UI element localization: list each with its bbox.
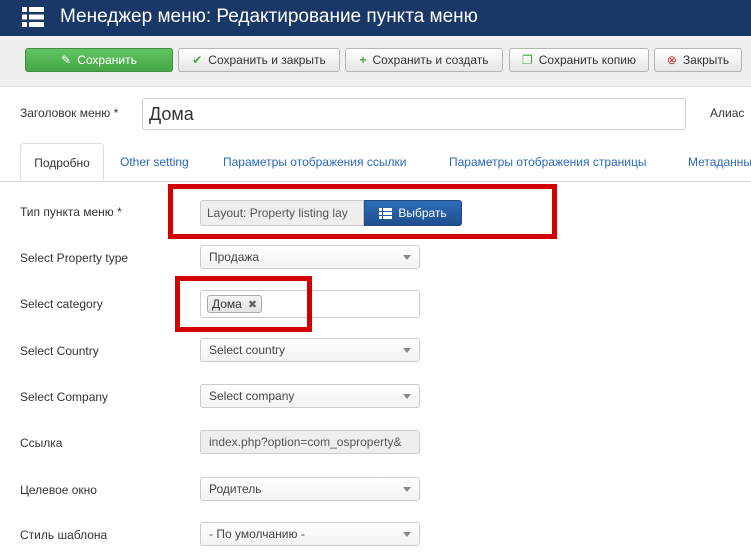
link-field: index.php?option=com_osproperty& — [200, 430, 420, 454]
title-input[interactable]: Дома — [142, 98, 686, 130]
property-type-select[interactable]: Продажа — [200, 245, 420, 269]
property-type-label: Select Property type — [20, 251, 129, 265]
alias-label: Алиас — [710, 106, 745, 120]
target-label: Целевое окно — [20, 483, 97, 497]
tab-bar: Подробно Other setting Параметры отображ… — [0, 143, 751, 182]
tab-link-options[interactable]: Параметры отображения ссылки — [223, 143, 406, 181]
tab-other-setting[interactable]: Other setting — [120, 143, 189, 181]
highlight-box — [168, 184, 557, 239]
property-type-value: Продажа — [209, 250, 260, 264]
plus-icon: + — [359, 53, 367, 67]
save-new-button[interactable]: + Сохранить и создать — [345, 48, 503, 72]
company-label: Select Company — [20, 390, 109, 404]
close-button[interactable]: ⊗ Закрыть — [654, 48, 742, 72]
template-select[interactable]: - По умолчанию - — [200, 522, 420, 546]
save-label: Сохранить — [77, 53, 137, 67]
close-circle-icon: ⊗ — [666, 53, 677, 67]
tab-metadata[interactable]: Метаданны — [688, 143, 751, 181]
chevron-down-icon — [403, 532, 411, 537]
company-select[interactable]: Select company — [200, 384, 420, 408]
save-copy-button[interactable]: ❐ Сохранить копию — [509, 48, 649, 72]
template-label: Стиль шаблона — [20, 528, 108, 542]
check-icon: ✔ — [192, 53, 203, 67]
edit-icon: ✎ — [61, 53, 72, 67]
chevron-down-icon — [403, 487, 411, 492]
tab-page-display[interactable]: Параметры отображения страницы — [449, 143, 647, 181]
target-value: Родитель — [209, 482, 262, 496]
country-value: Select country — [209, 343, 286, 357]
link-label: Ссылка — [20, 436, 63, 450]
highlight-box — [175, 276, 312, 332]
save-copy-label: Сохранить копию — [538, 53, 636, 67]
company-value: Select company — [209, 389, 295, 403]
country-select[interactable]: Select country — [200, 338, 420, 362]
chevron-down-icon — [403, 255, 411, 260]
page-title: Менеджер меню: Редактирование пункта мен… — [60, 6, 478, 27]
template-value: - По умолчанию - — [209, 527, 305, 541]
chevron-down-icon — [403, 394, 411, 399]
toolbar: ✎ Сохранить ✔ Сохранить и закрыть + Сохр… — [0, 36, 751, 87]
category-label: Select category — [20, 297, 103, 311]
save-button[interactable]: ✎ Сохранить — [25, 48, 173, 72]
save-close-button[interactable]: ✔ Сохранить и закрыть — [178, 48, 340, 72]
save-close-label: Сохранить и закрыть — [208, 53, 326, 67]
tab-details[interactable]: Подробно — [20, 143, 104, 181]
save-new-label: Сохранить и создать — [372, 53, 489, 67]
country-label: Select Country — [20, 344, 99, 358]
list-icon — [22, 7, 44, 27]
app-header: Менеджер меню: Редактирование пункта мен… — [0, 0, 751, 36]
close-label: Закрыть — [682, 53, 730, 67]
title-label: Заголовок меню * — [20, 106, 119, 120]
copy-icon: ❐ — [522, 53, 533, 67]
chevron-down-icon — [403, 348, 411, 353]
target-select[interactable]: Родитель — [200, 477, 420, 501]
item-type-label: Тип пункта меню * — [20, 205, 122, 219]
